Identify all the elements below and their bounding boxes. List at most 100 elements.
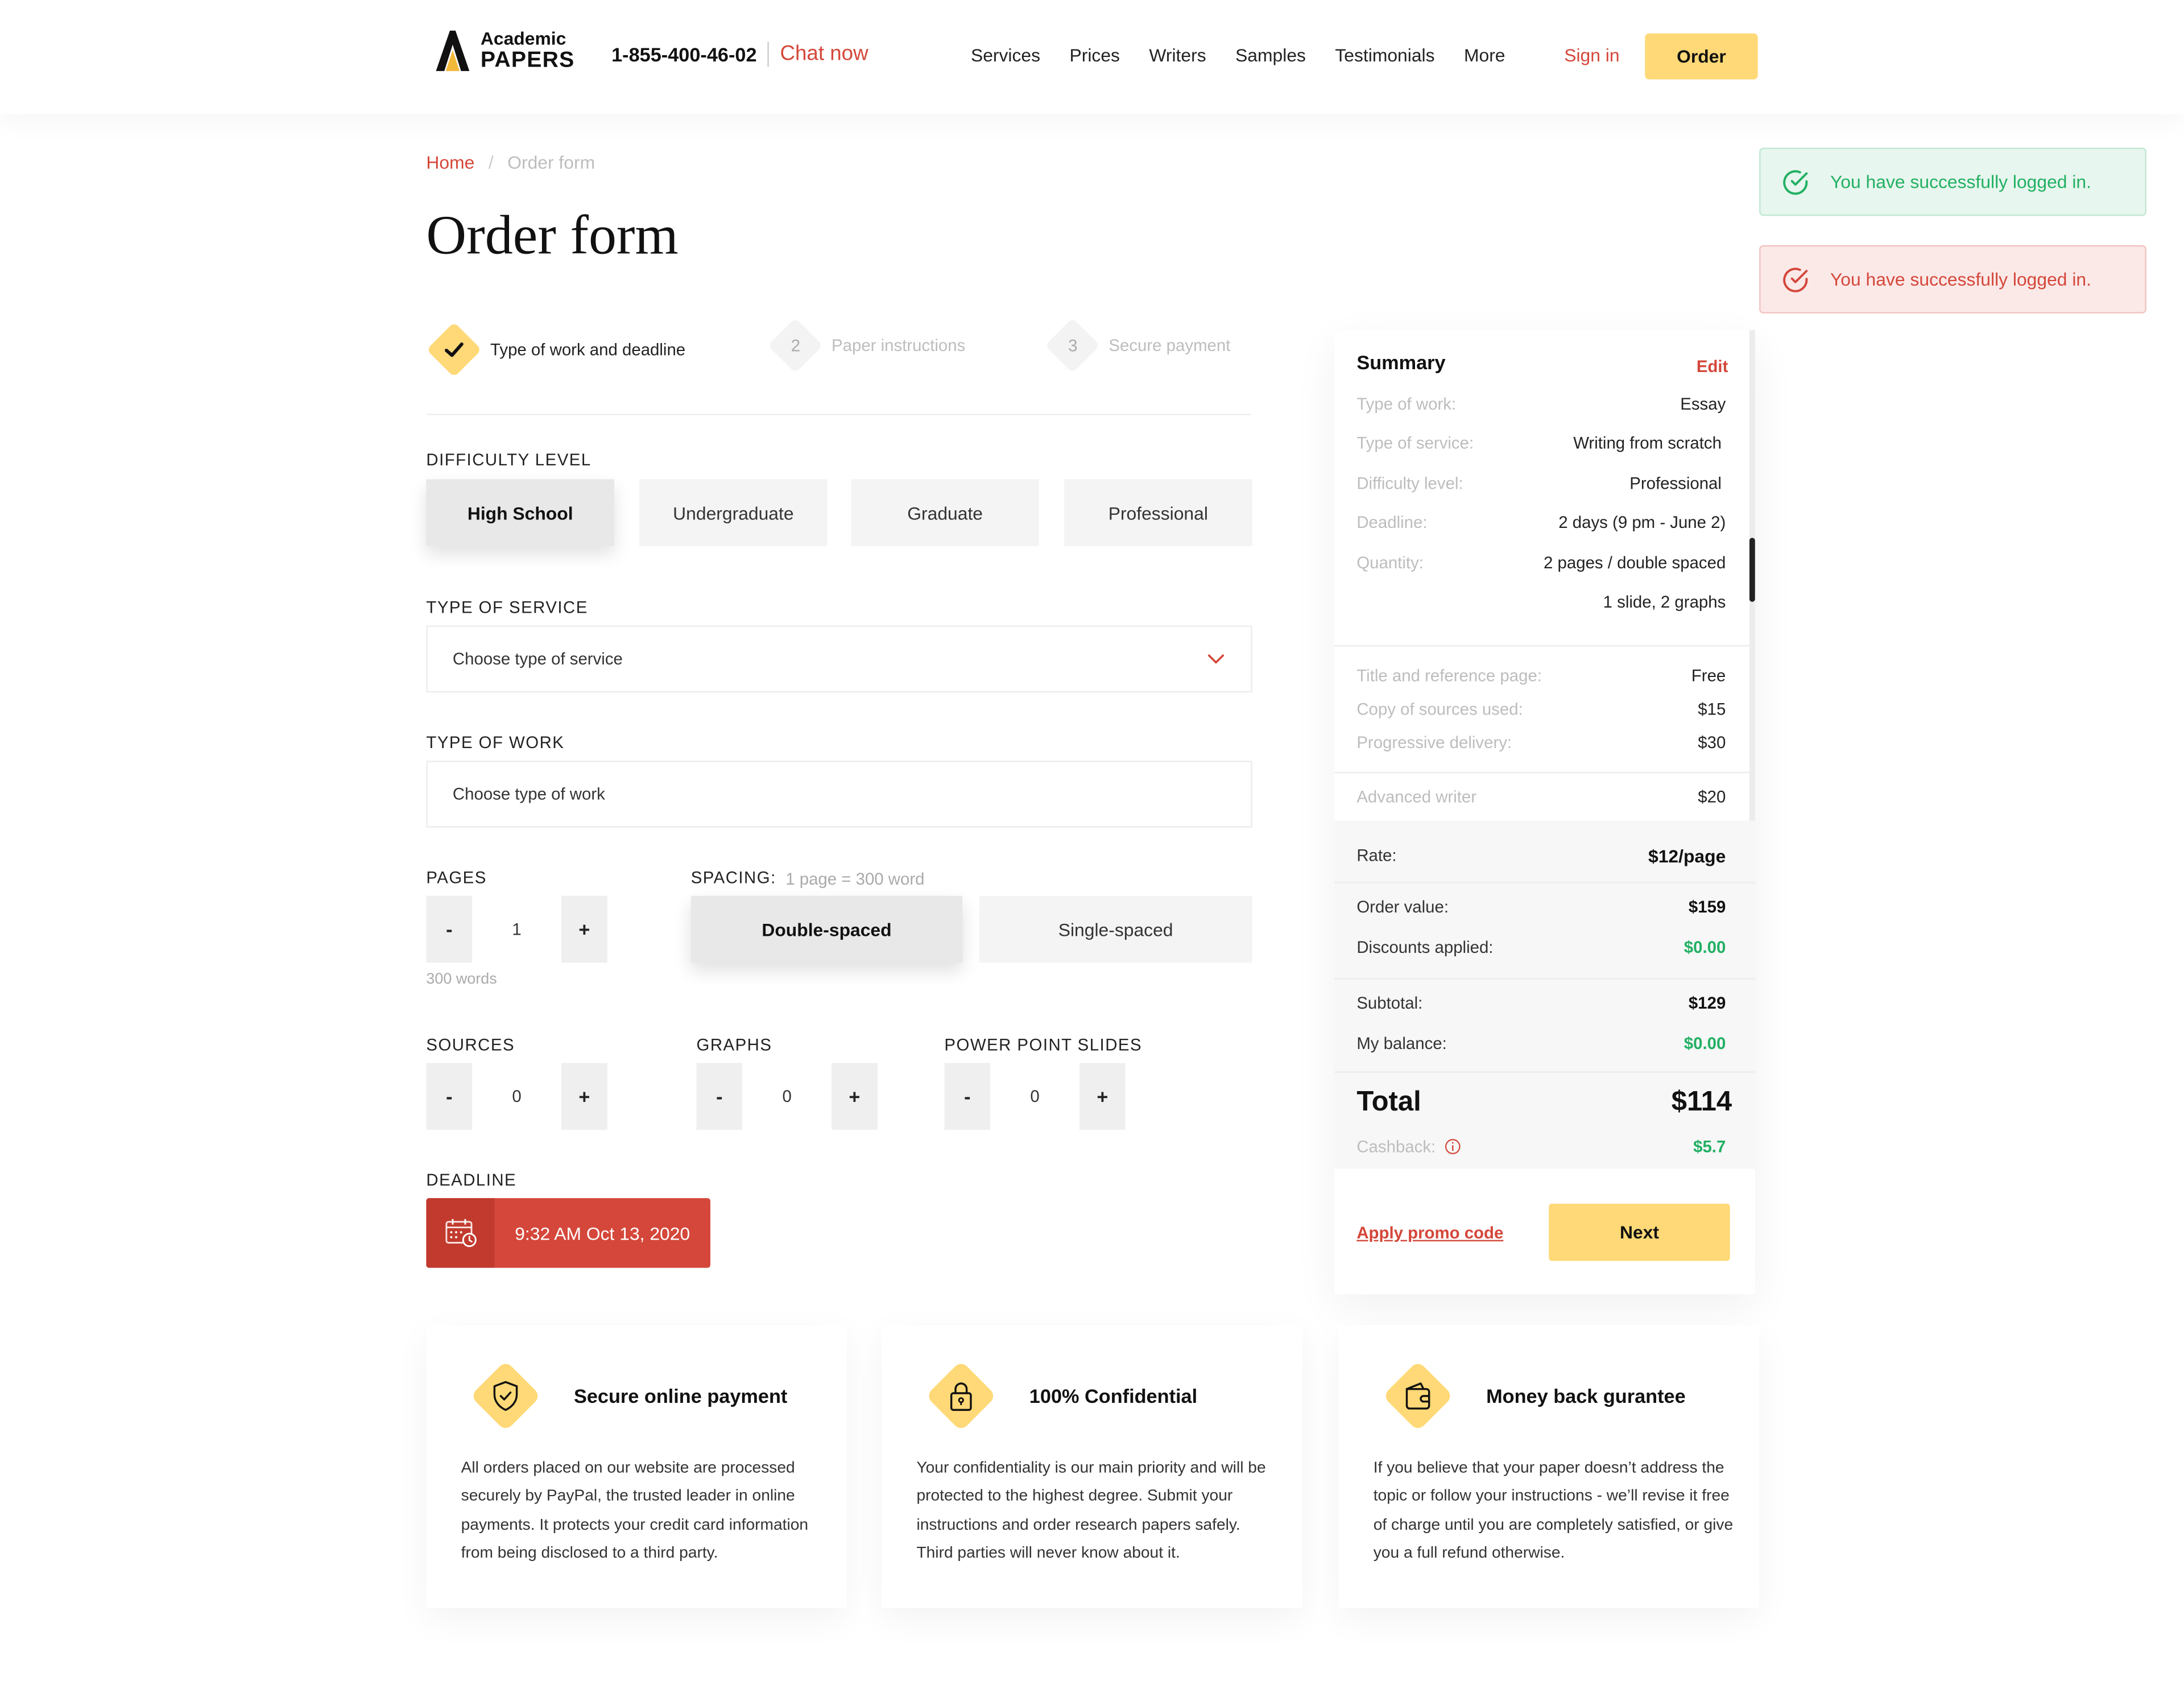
pages-increment[interactable]: +	[561, 895, 607, 963]
chat-now-link[interactable]: Chat now	[780, 42, 868, 65]
summary-row: Type of work: Essay	[1356, 394, 1726, 414]
shield-icon	[470, 1360, 541, 1432]
feature-text: Your confidentiality is our main priorit…	[916, 1460, 1266, 1562]
nav-samples[interactable]: Samples	[1235, 44, 1306, 65]
slides-value[interactable]: 0	[990, 1063, 1079, 1130]
extra-value: Free	[1691, 666, 1726, 686]
nav-more[interactable]: More	[1464, 44, 1505, 65]
work-input[interactable]: Choose type of work	[426, 761, 1252, 828]
logo-bottom: PAPERS	[480, 48, 575, 72]
step-secure-payment[interactable]: 3 Secure payment	[1045, 317, 1230, 373]
pages-label: PAGES	[426, 868, 487, 888]
step-number: 3	[1068, 336, 1077, 356]
difficulty-professional[interactable]: Professional	[1064, 479, 1252, 547]
graphs-increment[interactable]: +	[832, 1063, 878, 1130]
summary-divider	[1334, 645, 1755, 647]
summary-edit-link[interactable]: Edit	[1697, 357, 1728, 376]
nav-writers[interactable]: Writers	[1149, 44, 1206, 65]
step-diamond-active	[426, 322, 482, 378]
cashback-value: $5.7	[1693, 1137, 1726, 1157]
summary-scrollbar-thumb[interactable]	[1749, 538, 1755, 602]
phone-number[interactable]: 1-855-400-46-02	[611, 43, 756, 65]
summary-divider	[1334, 882, 1755, 883]
deadline-picker[interactable]: 9:32 AM Oct 13, 2020	[426, 1198, 710, 1268]
difficulty-graduate[interactable]: Graduate	[851, 479, 1039, 547]
main-nav: Services Prices Writers Samples Testimon…	[971, 44, 1505, 65]
graphs-decrement[interactable]: -	[696, 1063, 743, 1130]
summary-divider	[1334, 978, 1755, 980]
deadline-value: 9:32 AM Oct 13, 2020	[515, 1222, 690, 1244]
extra-key: Title and reference page:	[1356, 666, 1542, 686]
feature-title: 100% Confidential	[1029, 1385, 1198, 1407]
breadcrumb-home[interactable]: Home	[426, 152, 474, 173]
summary-key: Type of work:	[1356, 394, 1457, 414]
pages-decrement[interactable]: -	[426, 895, 473, 963]
page-title: Order form	[426, 203, 679, 266]
nav-services[interactable]: Services	[971, 44, 1040, 65]
pages-value[interactable]: 1	[472, 895, 561, 963]
difficulty-high-school[interactable]: High School	[426, 479, 615, 547]
graphs-value[interactable]: 0	[742, 1063, 832, 1130]
step-number: 2	[791, 336, 800, 356]
total-value: $114	[1671, 1087, 1732, 1118]
deadline-label: DEADLINE	[426, 1170, 517, 1190]
summary-row: Type of service: Writing from scratch	[1356, 433, 1726, 453]
order-value-value: $159	[1688, 897, 1726, 917]
slides-decrement[interactable]: -	[944, 1063, 991, 1130]
step-paper-instructions[interactable]: 2 Paper instructions	[767, 317, 966, 373]
logo-icon	[436, 30, 470, 71]
summary-extra-row: Progressive delivery: $30	[1356, 733, 1726, 752]
sources-increment[interactable]: +	[561, 1063, 607, 1130]
slides-increment[interactable]: +	[1079, 1063, 1126, 1130]
balance-value: $0.00	[1684, 1034, 1726, 1054]
extra-value: $20	[1698, 787, 1726, 807]
order-button[interactable]: Order	[1645, 33, 1758, 80]
toast-success: You have successfully logged in.	[1759, 147, 2146, 216]
difficulty-undergraduate[interactable]: Undergraduate	[639, 479, 828, 547]
pages-hint: 300 words	[426, 971, 497, 988]
summary-rate: Rate: $12/page	[1356, 846, 1726, 867]
step-type-of-work[interactable]: Type of work and deadline	[426, 322, 685, 378]
wallet-icon	[1382, 1360, 1454, 1432]
slides-stepper: - 0 +	[944, 1063, 1126, 1130]
service-select[interactable]: Choose type of service	[426, 625, 1252, 693]
service-label: TYPE OF SERVICE	[426, 597, 588, 617]
subtotal-key: Subtotal:	[1356, 993, 1423, 1013]
next-button[interactable]: Next	[1549, 1203, 1730, 1261]
extra-value: $15	[1698, 699, 1726, 719]
summary-value: Professional	[1629, 473, 1722, 493]
step-label: Paper instructions	[832, 336, 966, 356]
toast-error-text: You have successfully logged in.	[1830, 269, 2091, 290]
extra-key: Advanced writer	[1356, 787, 1477, 807]
work-placeholder: Choose type of work	[452, 784, 605, 804]
spacing-single[interactable]: Single-spaced	[979, 895, 1252, 963]
summary-value: 2 pages / double spaced	[1544, 553, 1726, 573]
logo-top: Academic	[480, 27, 566, 48]
summary-extra-row: Copy of sources used: $15	[1356, 699, 1726, 719]
chevron-down-icon	[1207, 654, 1225, 664]
summary-row: 1 slide, 2 graphs	[1356, 592, 1726, 612]
summary-row: Difficulty level: Professional	[1356, 474, 1726, 493]
summary-discounts: Discounts applied: $0.00	[1356, 938, 1726, 957]
info-icon[interactable]	[1445, 1138, 1461, 1155]
discounts-value: $0.00	[1684, 938, 1726, 957]
summary-key: Difficulty level:	[1356, 473, 1463, 493]
rate-value: $12/page	[1648, 845, 1726, 867]
summary-cashback: Cashback: $5.7	[1356, 1137, 1726, 1156]
check-circle-icon	[1783, 267, 1808, 292]
sources-decrement[interactable]: -	[426, 1063, 473, 1130]
sign-in-link[interactable]: Sign in	[1564, 44, 1619, 65]
feature-card-confidential: 100% Confidential Your confidentiality i…	[882, 1324, 1302, 1608]
logo[interactable]: Academic PAPERS	[433, 28, 575, 72]
spacing-double[interactable]: Double-spaced	[690, 895, 963, 963]
breadcrumb-separator: /	[488, 151, 494, 173]
apply-promo-link[interactable]: Apply promo code	[1356, 1223, 1503, 1242]
summary-row: Quantity: 2 pages / double spaced	[1356, 553, 1726, 572]
sources-value[interactable]: 0	[472, 1063, 561, 1130]
step-diamond: 2	[767, 317, 823, 373]
step-diamond: 3	[1045, 317, 1101, 373]
feature-text: If you believe that your paper doesn’t a…	[1373, 1460, 1734, 1562]
nav-testimonials[interactable]: Testimonials	[1335, 44, 1434, 65]
nav-prices[interactable]: Prices	[1069, 44, 1119, 65]
spacing-hint: 1 page = 300 word	[785, 869, 925, 889]
